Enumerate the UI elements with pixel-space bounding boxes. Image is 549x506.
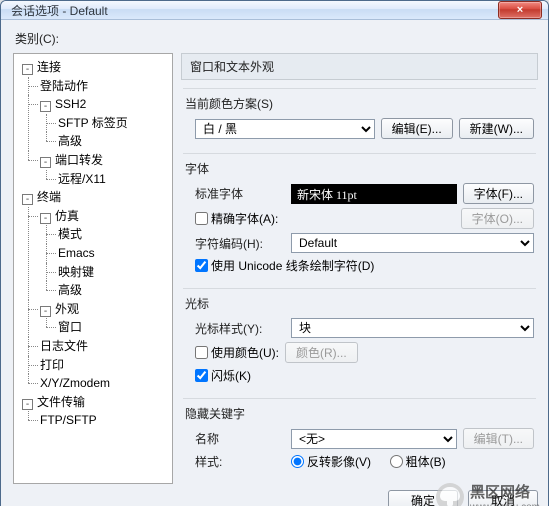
- hidden-invert-radio[interactable]: 反转影像(V): [291, 453, 371, 470]
- tree-item-file-transfer[interactable]: -文件传输 FTP/SFTP: [22, 393, 170, 430]
- expander-icon[interactable]: -: [22, 194, 33, 205]
- tree-item-port-forward[interactable]: -端口转发 远程/X11: [40, 151, 170, 188]
- tree-item-remote-x11[interactable]: 远程/X11: [58, 170, 170, 189]
- dialog-window: 会话选项 - Default × 类别(C): -连接 登陆动作 -SSH2: [0, 0, 549, 506]
- cursor-style-label: 光标样式(Y):: [195, 320, 285, 337]
- tree-item-emacs[interactable]: Emacs: [58, 244, 170, 263]
- expander-icon[interactable]: -: [40, 101, 51, 112]
- hidden-style-label: 样式:: [195, 453, 285, 470]
- hidden-name-label: 名称: [195, 430, 285, 447]
- category-tree[interactable]: -连接 登陆动作 -SSH2 SFTP 标签页 高级: [13, 53, 173, 484]
- tree-item-connection[interactable]: -连接 登陆动作 -SSH2 SFTP 标签页 高级: [22, 58, 170, 188]
- titlebar[interactable]: 会话选项 - Default ×: [1, 1, 548, 20]
- tree-item-mode[interactable]: 模式: [58, 225, 170, 244]
- tree-item-appearance[interactable]: -外观 窗口: [40, 300, 170, 337]
- tree-item-ftp-sftp[interactable]: FTP/SFTP: [40, 411, 170, 430]
- client-area: 类别(C): -连接 登陆动作 -SSH2 SFTP 标签页 高级: [1, 20, 548, 506]
- tree-item-print[interactable]: 打印: [40, 356, 170, 375]
- tree-item-window[interactable]: 窗口: [58, 318, 170, 337]
- settings-panel: 窗口和文本外观 当前颜色方案(S) 白 / 黑 编辑(E)... 新建(W)..…: [181, 53, 538, 484]
- scheme-new-button[interactable]: 新建(W)...: [459, 118, 534, 139]
- expander-icon[interactable]: -: [22, 399, 33, 410]
- font-group-title: 字体: [185, 160, 534, 177]
- hidden-edit-button: 编辑(T)...: [463, 428, 534, 449]
- panel-header: 窗口和文本外观: [181, 53, 538, 80]
- std-font-button[interactable]: 字体(F)...: [463, 183, 534, 204]
- cursor-usecolor-check[interactable]: 使用颜色(U):: [195, 344, 279, 361]
- tree-item-advanced[interactable]: 高级: [58, 132, 170, 151]
- category-label: 类别(C):: [15, 30, 538, 47]
- window-title: 会话选项 - Default: [11, 2, 108, 19]
- tree-item-ssh2[interactable]: -SSH2 SFTP 标签页 高级: [40, 95, 170, 151]
- cursor-blink-check[interactable]: 闪烁(K): [195, 367, 251, 384]
- group-hidden-keywords: 隐藏关键字 名称 <无> 编辑(T)... 样式: 反转影像(V) 粗体(B): [183, 398, 536, 484]
- expander-icon[interactable]: -: [40, 213, 51, 224]
- scheme-select[interactable]: 白 / 黑: [195, 119, 375, 139]
- group-color-scheme: 当前颜色方案(S) 白 / 黑 编辑(E)... 新建(W)...: [183, 88, 536, 153]
- tree-item-login[interactable]: 登陆动作: [40, 77, 170, 96]
- tree-item-advanced2[interactable]: 高级: [58, 281, 170, 300]
- hidden-name-select[interactable]: <无>: [291, 429, 457, 449]
- tree-item-sftp-tab[interactable]: SFTP 标签页: [58, 114, 170, 133]
- dialog-buttons: 确定 取消: [13, 484, 538, 506]
- expander-icon[interactable]: -: [40, 306, 51, 317]
- precise-font-button: 字体(O)...: [461, 208, 534, 229]
- encoding-label: 字符编码(H):: [195, 235, 285, 252]
- cancel-button[interactable]: 取消: [468, 490, 538, 506]
- hidden-group-title: 隐藏关键字: [185, 405, 534, 422]
- expander-icon[interactable]: -: [22, 64, 33, 75]
- ok-button[interactable]: 确定: [388, 490, 458, 506]
- cursor-color-button: 颜色(R)...: [285, 342, 358, 363]
- tree-item-logfile[interactable]: 日志文件: [40, 337, 170, 356]
- tree-item-emulation[interactable]: -仿真 模式 Emacs 映射键 高级: [40, 207, 170, 300]
- std-font-display: 新宋体 11pt: [291, 184, 457, 204]
- scheme-label: 当前颜色方案(S): [185, 95, 534, 112]
- close-button[interactable]: ×: [498, 1, 542, 19]
- group-cursor: 光标 光标样式(Y): 块 使用颜色(U): 颜色(R)... 闪烁(K): [183, 288, 536, 398]
- scheme-edit-button[interactable]: 编辑(E)...: [381, 118, 453, 139]
- std-font-label: 标准字体: [195, 185, 285, 202]
- close-icon: ×: [517, 4, 523, 16]
- tree-item-terminal[interactable]: -终端 -仿真 模式 Emacs 映射键 高级: [22, 188, 170, 393]
- hidden-bold-radio[interactable]: 粗体(B): [390, 453, 446, 470]
- cursor-style-select[interactable]: 块: [291, 318, 534, 338]
- expander-icon[interactable]: -: [40, 157, 51, 168]
- tree-item-mapkeys[interactable]: 映射键: [58, 263, 170, 282]
- group-font: 字体 标准字体 新宋体 11pt 字体(F)... 精确字体(A): 字体(O)…: [183, 153, 536, 288]
- unicode-lines-check[interactable]: 使用 Unicode 线条绘制字符(D): [195, 257, 374, 274]
- cursor-group-title: 光标: [185, 295, 534, 312]
- tree-item-xyz[interactable]: X/Y/Zmodem: [40, 374, 170, 393]
- precise-font-check[interactable]: 精确字体(A):: [195, 210, 278, 227]
- encoding-select[interactable]: Default: [291, 233, 534, 253]
